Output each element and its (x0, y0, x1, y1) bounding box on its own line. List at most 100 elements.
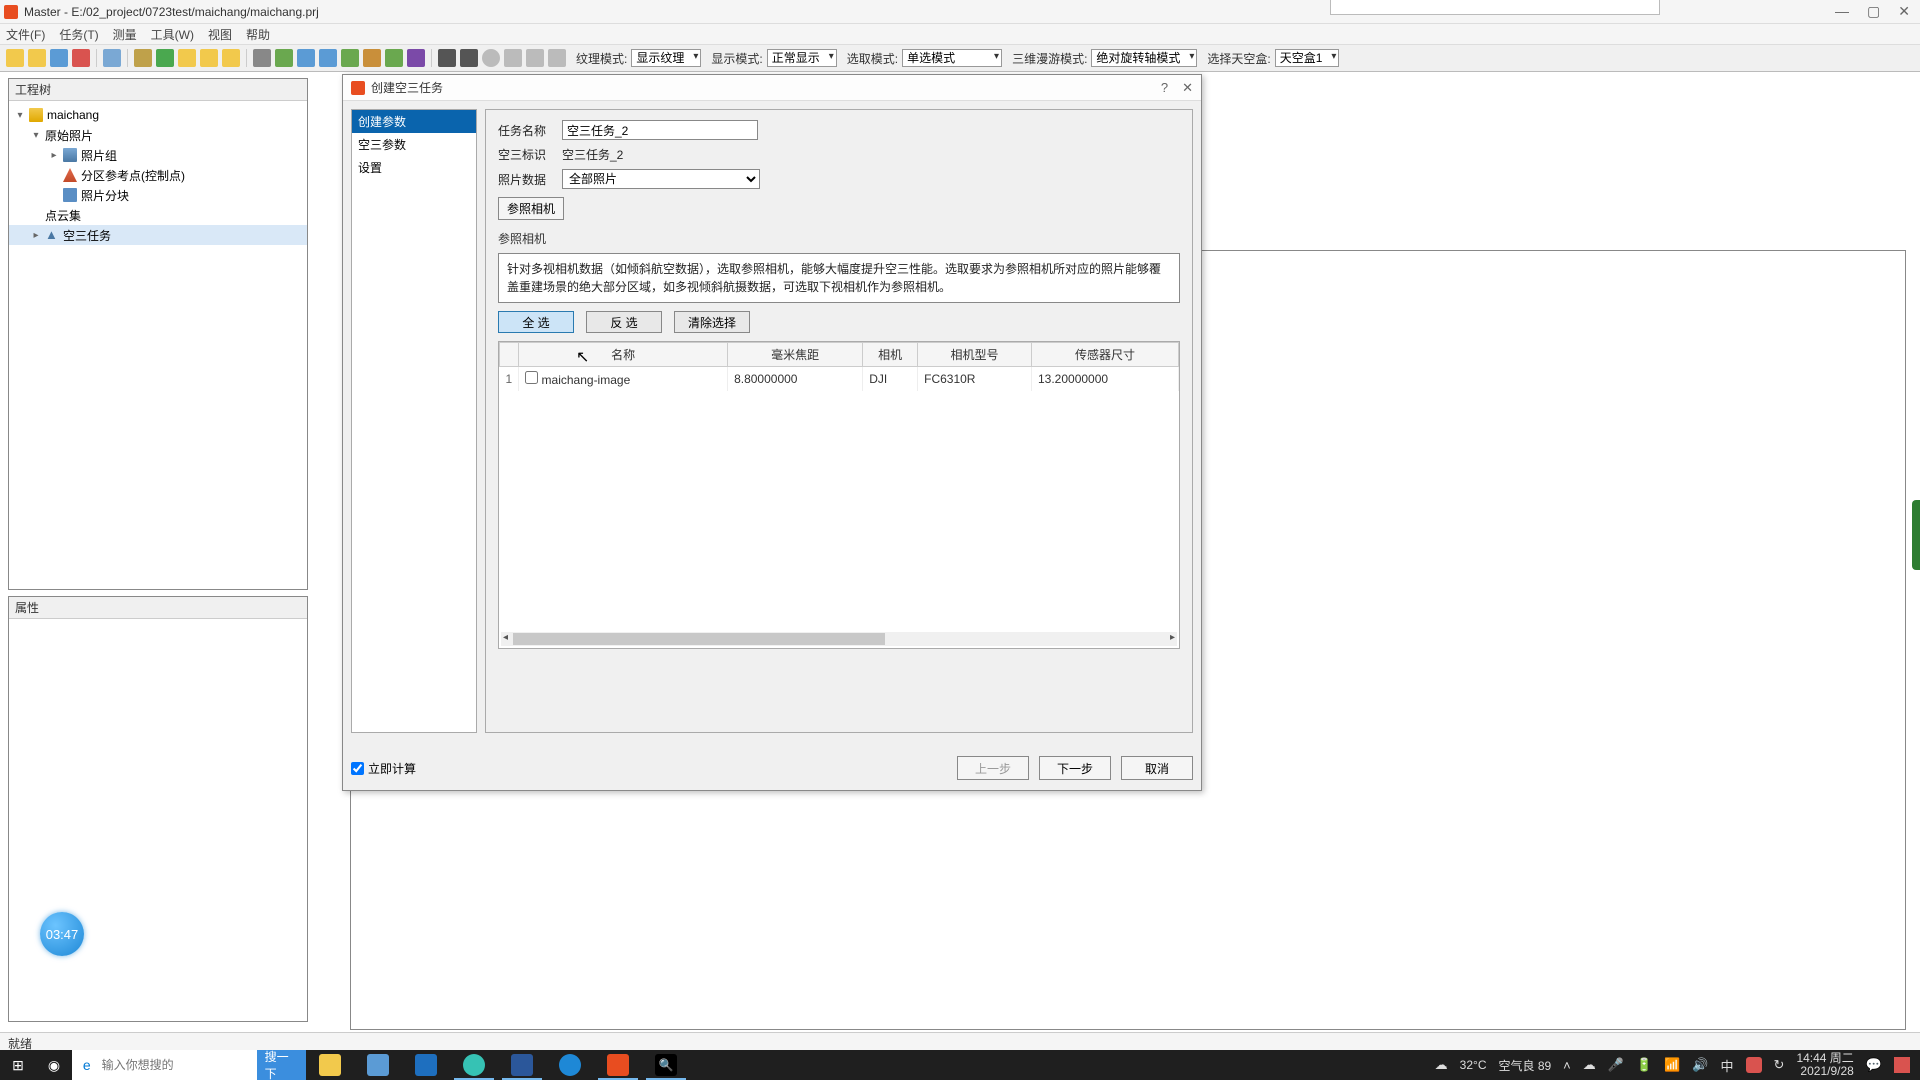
new-icon[interactable] (6, 49, 24, 67)
grid-icon[interactable] (103, 49, 121, 67)
maximize-button[interactable]: ▢ (1867, 3, 1880, 20)
menu-file[interactable]: 文件(F) (6, 26, 45, 43)
cortana-icon[interactable]: ◉ (36, 1057, 72, 1074)
table-hscrollbar[interactable]: ◂ ▸ (501, 632, 1177, 646)
app-search[interactable]: 🔍 (642, 1050, 690, 1080)
redo-icon[interactable] (222, 49, 240, 67)
menu-view[interactable]: 视图 (208, 26, 232, 43)
notif2-icon[interactable] (1894, 1057, 1910, 1073)
select-mode-select[interactable]: 单选模式 (902, 49, 1002, 67)
tree-root[interactable]: ▾ maichang (9, 105, 307, 125)
tree-at[interactable]: ▸▲ 空三任务 (9, 225, 307, 245)
search-go-button[interactable]: 搜一下 (257, 1050, 306, 1080)
ime-icon[interactable]: 中 (1721, 1056, 1734, 1075)
url-box[interactable] (1330, 0, 1660, 15)
cfg-icon[interactable] (319, 49, 337, 67)
app-browser[interactable] (546, 1050, 594, 1080)
calc-now-checkbox[interactable]: 立即计算 (351, 760, 416, 777)
col-focal[interactable]: 毫米焦距 (728, 343, 863, 367)
nav-settings[interactable]: 设置 (352, 156, 476, 179)
texture-select[interactable]: 显示纹理 (631, 49, 701, 67)
dialog-close-button[interactable]: ✕ (1182, 80, 1193, 96)
app-edge[interactable] (450, 1050, 498, 1080)
chevron-up-icon[interactable]: ˄ (1563, 1058, 1571, 1073)
wifi-icon[interactable]: 📶 (1664, 1057, 1680, 1073)
row-checkbox[interactable] (525, 371, 538, 384)
app-master[interactable] (594, 1050, 642, 1080)
right-edge-handle[interactable] (1912, 500, 1920, 570)
scroll-right-icon[interactable]: ▸ (1170, 632, 1175, 643)
ref-camera-button[interactable]: 参照相机 (498, 197, 564, 220)
tree-pointcloud[interactable]: 点云集 (9, 205, 307, 225)
tree-raw[interactable]: ▾ 原始照片 (9, 125, 307, 145)
app-explorer[interactable] (306, 1050, 354, 1080)
col-model[interactable]: 相机型号 (918, 343, 1032, 367)
col-camera[interactable]: 相机 (863, 343, 918, 367)
display-select[interactable]: 正常显示 (767, 49, 837, 67)
select-all-button[interactable]: 全 选 (498, 311, 574, 333)
taskbar-search[interactable]: e 搜一下 (72, 1050, 306, 1080)
onedrive-icon[interactable]: ☁ (1583, 1057, 1596, 1073)
cam1-icon[interactable] (438, 49, 456, 67)
scroll-thumb[interactable] (513, 633, 885, 645)
save-icon[interactable] (50, 49, 68, 67)
pencil-icon[interactable] (134, 49, 152, 67)
menu-task[interactable]: 任务(T) (59, 26, 98, 43)
link-icon[interactable] (156, 49, 174, 67)
task-name-input[interactable] (562, 120, 758, 140)
battery-icon[interactable]: 🔋 (1636, 1057, 1652, 1073)
volume-icon[interactable]: 🔊 (1692, 1057, 1708, 1073)
sky-select[interactable]: 天空盒1 (1275, 49, 1340, 67)
tree-block[interactable]: 照片分块 (9, 185, 307, 205)
mic-icon[interactable]: 🎤 (1608, 1057, 1624, 1073)
persp-icon[interactable] (526, 49, 544, 67)
gear-icon[interactable] (253, 49, 271, 67)
notif-icon[interactable]: 💬 (1866, 1057, 1882, 1073)
circle-icon[interactable] (482, 49, 500, 67)
prev-button[interactable]: 上一步 (957, 756, 1029, 780)
minimize-button[interactable]: — (1835, 3, 1849, 20)
col-sensor[interactable]: 传感器尺寸 (1031, 343, 1178, 367)
menu-help[interactable]: 帮助 (246, 26, 270, 43)
ortho-icon[interactable] (504, 49, 522, 67)
tree-photogroup[interactable]: ▸ 照片组 (9, 145, 307, 165)
scroll-left-icon[interactable]: ◂ (503, 632, 508, 643)
photo-data-select[interactable]: 全部照片 (562, 169, 760, 189)
table-row[interactable]: 1 maichang-image 8.80000000 DJI FC6310R … (500, 367, 1179, 392)
app-mail[interactable] (402, 1050, 450, 1080)
export1-icon[interactable] (385, 49, 403, 67)
folder-icon[interactable] (178, 49, 196, 67)
menu-tool[interactable]: 工具(W) (151, 26, 194, 43)
undo-icon[interactable] (200, 49, 218, 67)
layer-icon[interactable] (275, 49, 293, 67)
export2-icon[interactable] (407, 49, 425, 67)
app-word[interactable] (498, 1050, 546, 1080)
calc-now-input[interactable] (351, 762, 364, 775)
sync-icon[interactable]: ↻ (1774, 1057, 1785, 1073)
open-icon[interactable] (28, 49, 46, 67)
close-button[interactable]: ✕ (1898, 3, 1910, 20)
clear-select-button[interactable]: 清除选择 (674, 311, 750, 333)
cam2-icon[interactable] (460, 49, 478, 67)
clock[interactable]: 14:44 周二 2021/9/28 (1796, 1052, 1853, 1078)
roam-select[interactable]: 绝对旋转轴模式 (1091, 49, 1197, 67)
nav-at-params[interactable]: 空三参数 (352, 133, 476, 156)
tree-ctrl[interactable]: 分区参考点(控制点) (9, 165, 307, 185)
pack-icon[interactable] (363, 49, 381, 67)
col-name[interactable]: 名称 (519, 343, 728, 367)
delete-icon[interactable] (72, 49, 90, 67)
menu-measure[interactable]: 测量 (113, 26, 137, 43)
start-button[interactable]: ⊞ (0, 1057, 36, 1074)
text-icon[interactable] (341, 49, 359, 67)
app-store[interactable] (354, 1050, 402, 1080)
cancel-button[interactable]: 取消 (1121, 756, 1193, 780)
db-icon[interactable] (297, 49, 315, 67)
invert-select-button[interactable]: 反 选 (586, 311, 662, 333)
nav-create-params[interactable]: 创建参数 (352, 110, 476, 133)
search-input[interactable] (102, 1050, 257, 1080)
next-button[interactable]: 下一步 (1039, 756, 1111, 780)
help-button[interactable]: ? (1161, 80, 1168, 95)
sogou-icon[interactable] (1746, 1057, 1762, 1073)
weather-icon[interactable]: ☁ (1435, 1057, 1448, 1073)
point-icon[interactable] (548, 49, 566, 67)
